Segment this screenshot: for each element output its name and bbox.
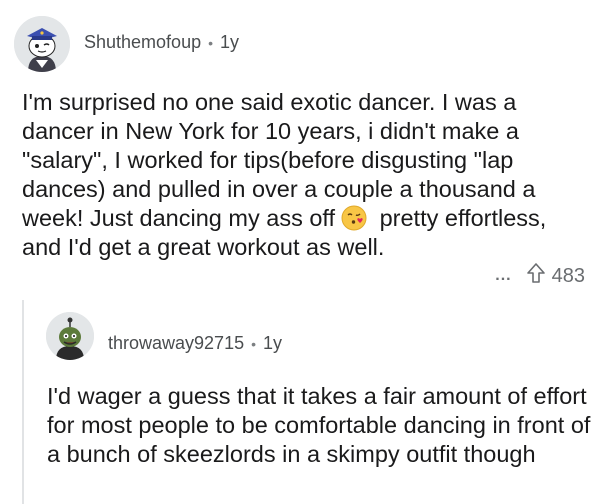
separator-dot: • [251, 335, 256, 352]
comment-age: 1y [220, 32, 240, 52]
more-options-button[interactable]: ... [495, 267, 511, 285]
comment-meta: throwaway92715 • 1y [108, 333, 282, 354]
upvote-count: 483 [551, 264, 585, 287]
username[interactable]: throwaway92715 [108, 333, 244, 354]
upvote-arrow-icon[interactable] [526, 262, 546, 290]
comment-actions: ... 483 [495, 262, 585, 290]
comment-body: I'm surprised no one said exotic dancer.… [22, 88, 592, 262]
comment: Shuthemofoup • 1y I'm surprised no one s… [0, 0, 599, 300]
comment-body: I'd wager a guess that it takes a fair a… [47, 383, 591, 467]
comment-age: 1y [263, 333, 283, 353]
upvote-group: 483 [526, 262, 585, 290]
avatar[interactable] [14, 16, 70, 72]
kissing-face-emoji-icon [341, 205, 367, 231]
avatar[interactable] [46, 312, 94, 360]
username[interactable]: Shuthemofoup [84, 32, 201, 53]
separator-dot: • [208, 34, 213, 51]
comment-meta: Shuthemofoup • 1y [84, 32, 239, 53]
